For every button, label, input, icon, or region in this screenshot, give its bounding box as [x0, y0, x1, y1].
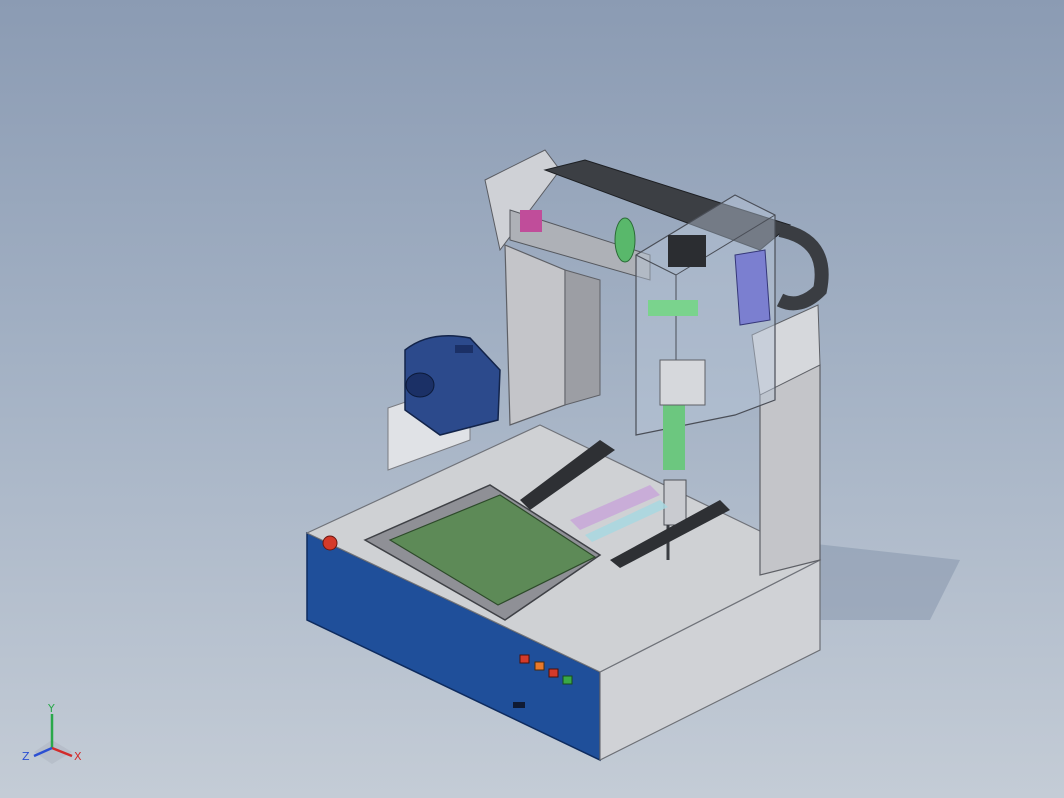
- triad-y-label: Y: [47, 702, 55, 715]
- cad-viewport[interactable]: Y X Z: [0, 0, 1064, 798]
- emergency-stop-button[interactable]: [322, 535, 338, 551]
- upper-bracket: [734, 249, 771, 326]
- front-port: [513, 702, 525, 708]
- left-gantry-pillar: [504, 244, 566, 426]
- triad-z-label: Z: [22, 750, 30, 763]
- belt-pulley: [776, 223, 829, 311]
- control-button-orange[interactable]: [534, 661, 545, 671]
- control-button-red-1[interactable]: [519, 654, 530, 664]
- control-button-red-2[interactable]: [548, 668, 559, 678]
- view-triad[interactable]: Y X Z: [14, 700, 94, 780]
- left-pillar-side: [564, 269, 601, 406]
- green-bracket: [648, 300, 698, 316]
- triad-x-label: X: [74, 750, 82, 763]
- nozzle-body: [663, 479, 687, 526]
- magenta-block: [520, 210, 542, 232]
- head-block: [659, 359, 706, 406]
- cad-model-view[interactable]: [0, 0, 1064, 798]
- motor-housing[interactable]: [404, 335, 501, 436]
- control-button-green[interactable]: [562, 675, 573, 685]
- fan-unit: [668, 235, 706, 267]
- green-reel[interactable]: [614, 217, 636, 263]
